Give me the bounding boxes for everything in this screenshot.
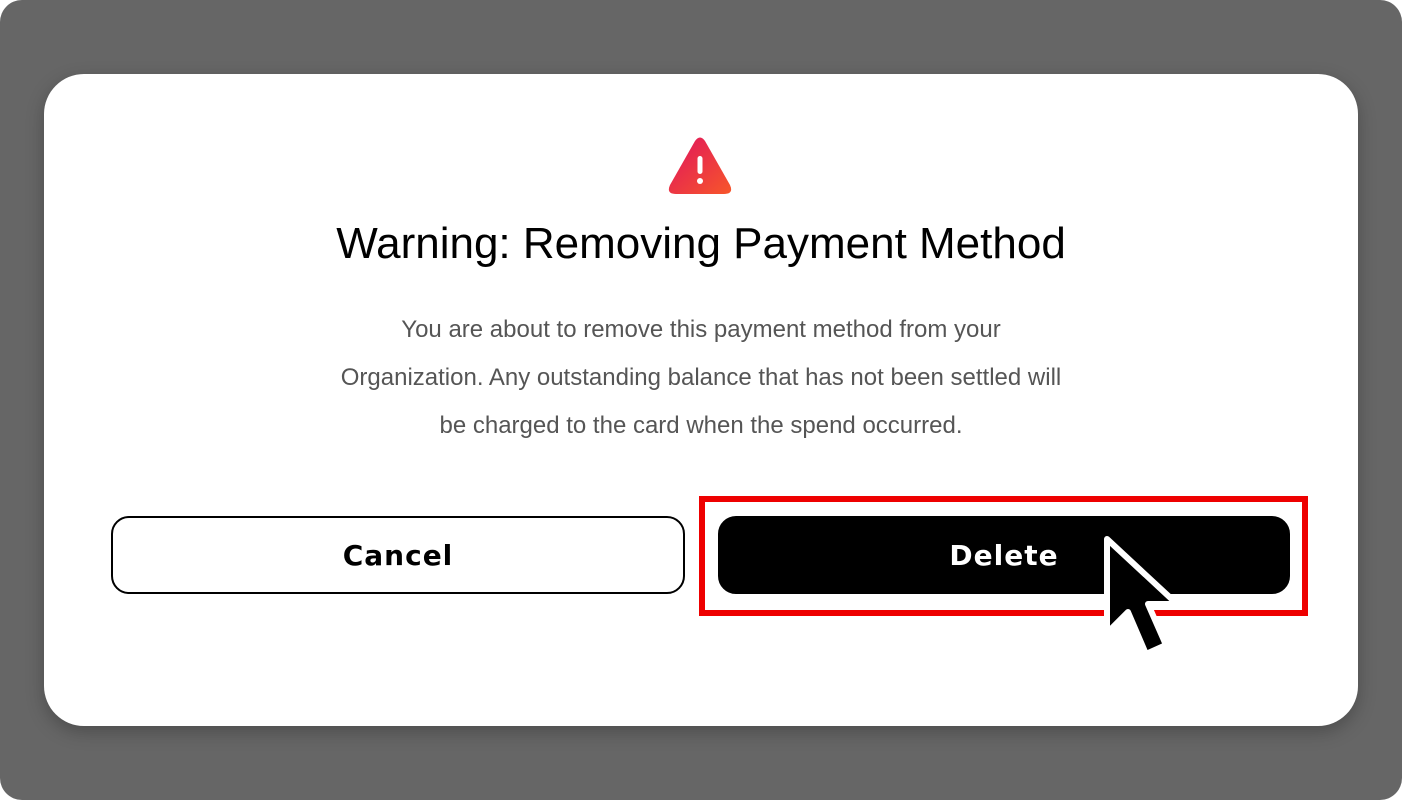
dialog-message-line: Organization. Any outstanding balance th… (340, 364, 1062, 391)
delete-button[interactable]: Delete (718, 516, 1290, 594)
warning-dialog: Warning: Removing Payment Method You are… (44, 74, 1358, 726)
cancel-button[interactable]: Cancel (111, 516, 685, 594)
warning-triangle-icon (668, 137, 732, 194)
dialog-message-line: You are about to remove this payment met… (401, 316, 1001, 343)
dialog-message: You are about to remove this payment met… (251, 306, 1151, 450)
dialog-message-line: be charged to the card when the spend oc… (439, 412, 963, 439)
dialog-title: Warning: Removing Payment Method (336, 219, 1066, 268)
